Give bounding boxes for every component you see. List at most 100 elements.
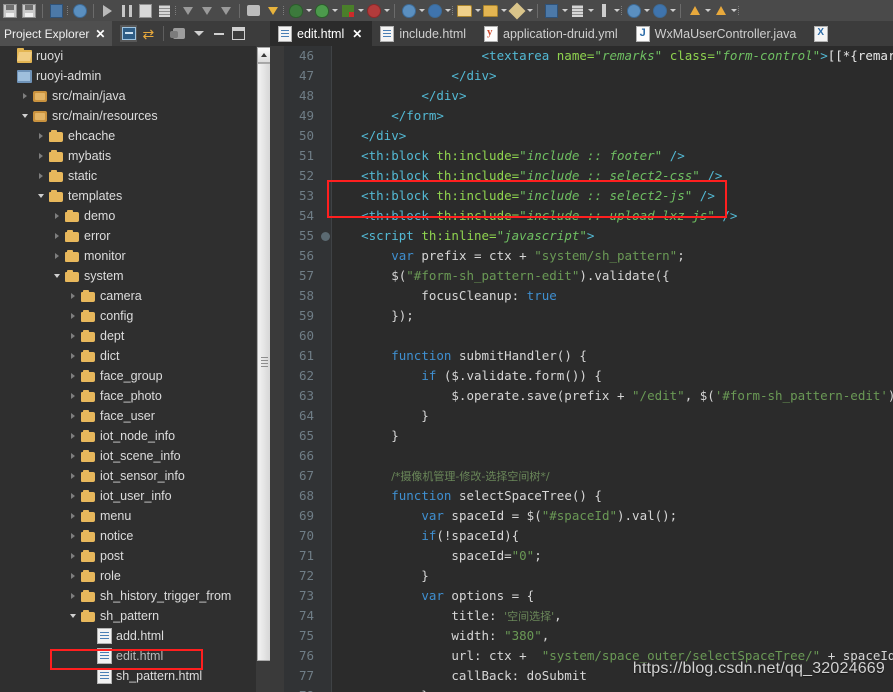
code-line[interactable]: function selectSpaceTree() { (331, 486, 893, 506)
chevron-down-icon[interactable] (418, 2, 425, 19)
twisty-collapsed-icon[interactable] (68, 592, 77, 601)
run-server-icon[interactable] (426, 2, 443, 19)
twisty-collapsed-icon[interactable] (68, 452, 77, 461)
code-line[interactable]: <script th:inline="javascript"> (331, 226, 893, 246)
print-icon[interactable] (48, 2, 65, 19)
twisty-collapsed-icon[interactable] (68, 292, 77, 301)
step-over-icon[interactable] (198, 2, 215, 19)
view-menu-button[interactable] (169, 25, 187, 42)
twisty-collapsed-icon[interactable] (20, 92, 29, 101)
twisty-collapsed-icon[interactable] (52, 252, 61, 261)
tree-item[interactable]: dict (0, 346, 256, 366)
project-explorer-tab[interactable]: Project Explorer ✕ (0, 21, 113, 46)
tree-item[interactable]: ehcache (0, 126, 256, 146)
new-server-icon[interactable] (400, 2, 417, 19)
tree-item[interactable]: src/main/resources (0, 106, 256, 126)
tree-item[interactable]: sh_pattern.html (0, 666, 256, 686)
editor-tab[interactable] (806, 21, 838, 46)
tree-item[interactable]: iot_node_info (0, 426, 256, 446)
code-line[interactable]: }; (331, 686, 893, 692)
code-line[interactable]: <textarea name="remarks" class="form-con… (331, 46, 893, 66)
chevron-down-icon[interactable] (643, 2, 650, 19)
next-annotation-icon[interactable] (543, 2, 560, 19)
tree-item[interactable]: face_user (0, 406, 256, 426)
code-line[interactable]: <th:block th:include="include :: upload-… (331, 206, 893, 226)
close-icon[interactable]: ✕ (352, 27, 362, 41)
code-line[interactable]: }); (331, 306, 893, 326)
tree-item[interactable]: sh_history_trigger_from (0, 586, 256, 606)
code-line[interactable]: } (331, 406, 893, 426)
code-line[interactable]: if(!spaceId){ (331, 526, 893, 546)
chevron-down-icon[interactable] (357, 2, 364, 19)
chevron-down-icon[interactable] (669, 2, 676, 19)
step-return-icon[interactable] (217, 2, 234, 19)
perspective-icon[interactable] (651, 2, 668, 19)
terminate-icon[interactable] (137, 2, 154, 19)
step-into-icon[interactable] (179, 2, 196, 19)
code-line[interactable]: if ($.validate.form()) { (331, 366, 893, 386)
open-folder-icon[interactable] (456, 2, 473, 19)
tree-item[interactable]: src/main/java (0, 86, 256, 106)
code-line[interactable]: </form> (331, 106, 893, 126)
edit-icon[interactable] (508, 2, 525, 19)
tree-item[interactable]: templates (0, 186, 256, 206)
chevron-down-icon[interactable] (474, 2, 481, 19)
close-icon[interactable]: ✕ (95, 28, 105, 40)
code-line[interactable]: } (331, 566, 893, 586)
code-line[interactable]: var options = { (331, 586, 893, 606)
twisty-collapsed-icon[interactable] (68, 392, 77, 401)
tree-item[interactable]: face_group (0, 366, 256, 386)
tree-item[interactable]: monitor (0, 246, 256, 266)
tree-item[interactable]: role (0, 566, 256, 586)
code-line[interactable]: } (331, 426, 893, 446)
upload-icon[interactable] (712, 2, 729, 19)
twisty-collapsed-icon[interactable] (36, 152, 45, 161)
twisty-collapsed-icon[interactable] (68, 532, 77, 541)
editor-tab[interactable]: application-druid.yml (476, 21, 628, 46)
code-line[interactable]: var spaceId = $("#spaceId").val(); (331, 506, 893, 526)
chevron-down-icon[interactable] (613, 2, 620, 19)
twisty-expanded-icon[interactable] (68, 612, 77, 621)
chevron-down-icon[interactable] (587, 2, 594, 19)
code-line[interactable]: var prefix = ctx + "system/sh_pattern"; (331, 246, 893, 266)
fold-toggle-icon[interactable] (320, 226, 331, 246)
tree-item[interactable]: demo (0, 206, 256, 226)
collapse-all-button[interactable] (120, 25, 138, 42)
twisty-collapsed-icon[interactable] (52, 232, 61, 241)
chevron-down-icon[interactable] (526, 2, 533, 19)
twisty-expanded-icon[interactable] (52, 272, 61, 281)
save-all-icon[interactable] (20, 2, 37, 19)
save-icon[interactable] (1, 2, 18, 19)
run-icon[interactable] (313, 2, 330, 19)
twisty-expanded-icon[interactable] (20, 112, 29, 121)
disconnect-icon[interactable] (156, 2, 173, 19)
twisty-collapsed-icon[interactable] (52, 212, 61, 221)
twisty-collapsed-icon[interactable] (68, 372, 77, 381)
search-icon[interactable] (264, 2, 281, 19)
tree-item-selected[interactable]: edit.html (0, 646, 256, 667)
code-line[interactable]: $.operate.save(prefix + "/edit", $('#for… (331, 386, 893, 406)
code-editor[interactable]: 46 47 48 49 50 51 52 53 54 55 56 57 58 59 60 61 62 63 64 65… (270, 46, 893, 692)
browser-icon[interactable] (625, 2, 642, 19)
chevron-down-icon[interactable] (331, 2, 338, 19)
twisty-collapsed-icon[interactable] (68, 352, 77, 361)
editor-tab[interactable]: include.html (372, 21, 476, 46)
twisty-collapsed-icon[interactable] (68, 512, 77, 521)
debug-icon[interactable] (287, 2, 304, 19)
twisty-collapsed-icon[interactable] (68, 492, 77, 501)
scrollbar-thumb[interactable] (257, 63, 271, 661)
twisty-collapsed-icon[interactable] (68, 552, 77, 561)
tree-item[interactable]: face_photo (0, 386, 256, 406)
link-with-editor-button[interactable] (140, 25, 157, 42)
chevron-down-icon[interactable] (305, 2, 312, 19)
tree-item[interactable]: static (0, 166, 256, 186)
chevron-down-icon[interactable] (383, 2, 390, 19)
task-icon[interactable] (686, 2, 703, 19)
tree-item[interactable]: mybatis (0, 146, 256, 166)
no-marker-icon[interactable] (71, 2, 88, 19)
tree-item[interactable]: sh_pattern (0, 606, 256, 626)
code-line[interactable]: focusCleanup: true (331, 286, 893, 306)
code-line[interactable]: width: "380", (331, 626, 893, 646)
code-line[interactable]: </div> (331, 126, 893, 146)
folder-icon[interactable] (482, 2, 499, 19)
